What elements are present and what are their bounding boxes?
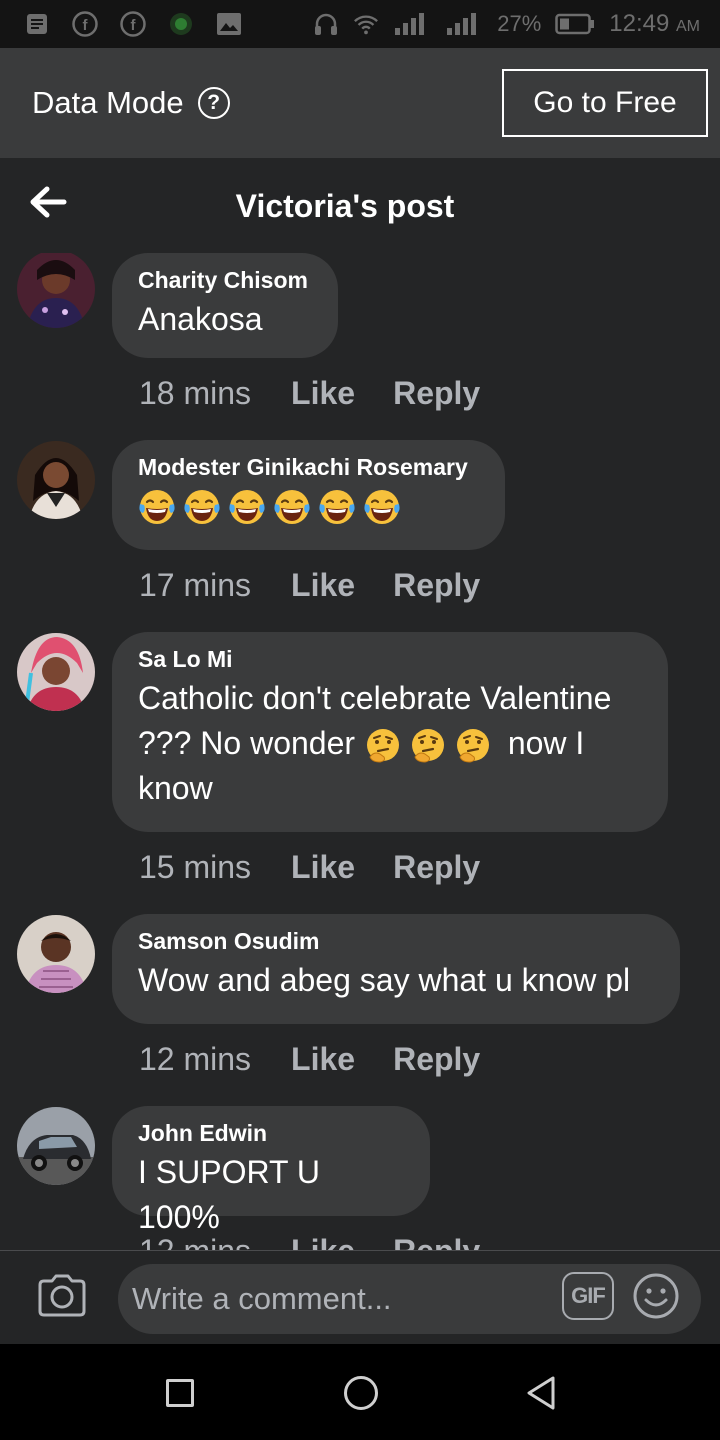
laughing-tears-emoji xyxy=(274,490,310,524)
svg-text:f: f xyxy=(83,17,89,34)
signal-icon xyxy=(393,11,431,37)
like-button[interactable]: Like xyxy=(291,375,355,412)
like-button[interactable]: Like xyxy=(291,1041,355,1078)
comment-author[interactable]: Modester Ginikachi Rosemary xyxy=(138,452,478,482)
like-button[interactable]: Like xyxy=(291,1233,355,1250)
comment-author[interactable]: Sa Lo Mi xyxy=(138,644,641,674)
gif-button[interactable]: GIF xyxy=(562,1272,614,1320)
like-button[interactable]: Like xyxy=(291,849,355,886)
app-dot-icon xyxy=(168,11,194,37)
comment-meta: 18 mins Like Reply xyxy=(139,375,480,412)
comment-meta: 12 mins Like Reply xyxy=(139,1041,480,1078)
comment-text: Anakosa xyxy=(138,301,263,337)
comment-meta: 15 mins Like Reply xyxy=(139,849,480,886)
avatar[interactable] xyxy=(17,915,95,993)
comment-time[interactable]: 15 mins xyxy=(139,849,251,886)
comment-author[interactable]: Samson Osudim xyxy=(138,926,653,956)
svg-text:f: f xyxy=(131,17,137,34)
comment-text: Wow and abeg say what u know pl xyxy=(138,962,631,998)
avatar[interactable] xyxy=(17,1107,95,1185)
comment-text-line: ??? No wonder xyxy=(138,725,356,761)
battery-percent: 27% xyxy=(497,11,542,36)
comment-bubble[interactable]: Modester Ginikachi Rosemary xyxy=(112,440,505,550)
post-header: Victoria's post xyxy=(0,158,720,253)
comments-list[interactable]: Charity Chisom Anakosa 18 mins Like Repl… xyxy=(0,253,720,1250)
status-bar: f f 27% 12:49 AM xyxy=(0,0,720,48)
comment-composer: GIF xyxy=(0,1250,720,1344)
wifi-icon xyxy=(353,11,379,37)
comment-meta: 12 mins Like Reply xyxy=(139,1233,480,1250)
comment-author[interactable]: Charity Chisom xyxy=(138,265,311,295)
reply-button[interactable]: Reply xyxy=(393,1233,480,1250)
clock: 12:49 AM xyxy=(609,10,700,38)
comment-bubble[interactable]: Charity Chisom Anakosa xyxy=(112,253,338,358)
clock-time: 12:49 xyxy=(609,10,670,37)
battery-icon xyxy=(555,11,595,37)
data-mode-title: Data Mode xyxy=(32,85,184,120)
avatar[interactable] xyxy=(17,633,95,711)
headphones-icon xyxy=(313,11,339,37)
comment-author[interactable]: John Edwin xyxy=(138,1118,403,1148)
comment-text-line: know xyxy=(138,770,213,806)
comment-emoji-group xyxy=(364,725,499,763)
avatar[interactable] xyxy=(17,253,95,328)
laughing-tears-emoji xyxy=(184,490,220,524)
avatar[interactable] xyxy=(17,441,95,519)
comment-bubble[interactable]: Sa Lo Mi Catholic don't celebrate Valent… xyxy=(112,632,668,832)
reply-button[interactable]: Reply xyxy=(393,849,480,886)
comment-emoji-row xyxy=(138,485,478,529)
page-title: Victoria's post xyxy=(235,188,455,224)
back-arrow-icon[interactable] xyxy=(28,184,68,220)
thinking-face-emoji xyxy=(366,728,399,763)
recent-apps-icon[interactable] xyxy=(166,1379,194,1407)
laughing-tears-emoji xyxy=(319,490,355,524)
thinking-face-emoji xyxy=(411,728,444,763)
comment-meta: 17 mins Like Reply xyxy=(139,567,480,604)
facebook-icon: f xyxy=(120,11,146,37)
go-to-free-button[interactable]: Go to Free xyxy=(502,69,708,137)
comment-text-line: Catholic don't celebrate Valentine xyxy=(138,680,612,716)
help-icon[interactable]: ? xyxy=(197,87,230,119)
comment-text-line: now I xyxy=(507,725,585,761)
comment-bubble[interactable]: Samson Osudim Wow and abeg say what u kn… xyxy=(112,914,680,1024)
comment-time[interactable]: 12 mins xyxy=(139,1041,251,1078)
comment-time[interactable]: 12 mins xyxy=(139,1233,251,1250)
comment-time[interactable]: 18 mins xyxy=(139,375,251,412)
signal-icon xyxy=(445,11,483,37)
gallery-icon xyxy=(216,11,242,37)
like-button[interactable]: Like xyxy=(291,567,355,604)
comment-text: I SUPORT U 100% xyxy=(138,1154,320,1235)
comment-bubble[interactable]: John Edwin I SUPORT U 100% xyxy=(112,1106,430,1235)
laughing-tears-emoji xyxy=(364,490,400,524)
emoji-smiley-icon[interactable] xyxy=(632,1272,680,1320)
laughing-tears-emoji xyxy=(139,490,175,524)
home-icon[interactable] xyxy=(344,1376,378,1410)
data-mode-bar: Data Mode ? Go to Free xyxy=(0,48,720,158)
reply-button[interactable]: Reply xyxy=(393,375,480,412)
comment-text: Catholic don't celebrate Valentine ??? N… xyxy=(138,676,641,811)
nav-back-icon[interactable] xyxy=(524,1374,558,1412)
reply-button[interactable]: Reply xyxy=(393,1041,480,1078)
notes-icon xyxy=(24,11,50,37)
clock-ampm: AM xyxy=(676,18,700,35)
facebook-icon: f xyxy=(72,11,98,37)
comment-time[interactable]: 17 mins xyxy=(139,567,251,604)
laughing-tears-emoji xyxy=(229,490,265,524)
system-nav-bar xyxy=(0,1344,720,1440)
camera-icon[interactable] xyxy=(36,1273,88,1319)
thinking-face-emoji xyxy=(456,728,489,763)
reply-button[interactable]: Reply xyxy=(393,567,480,604)
